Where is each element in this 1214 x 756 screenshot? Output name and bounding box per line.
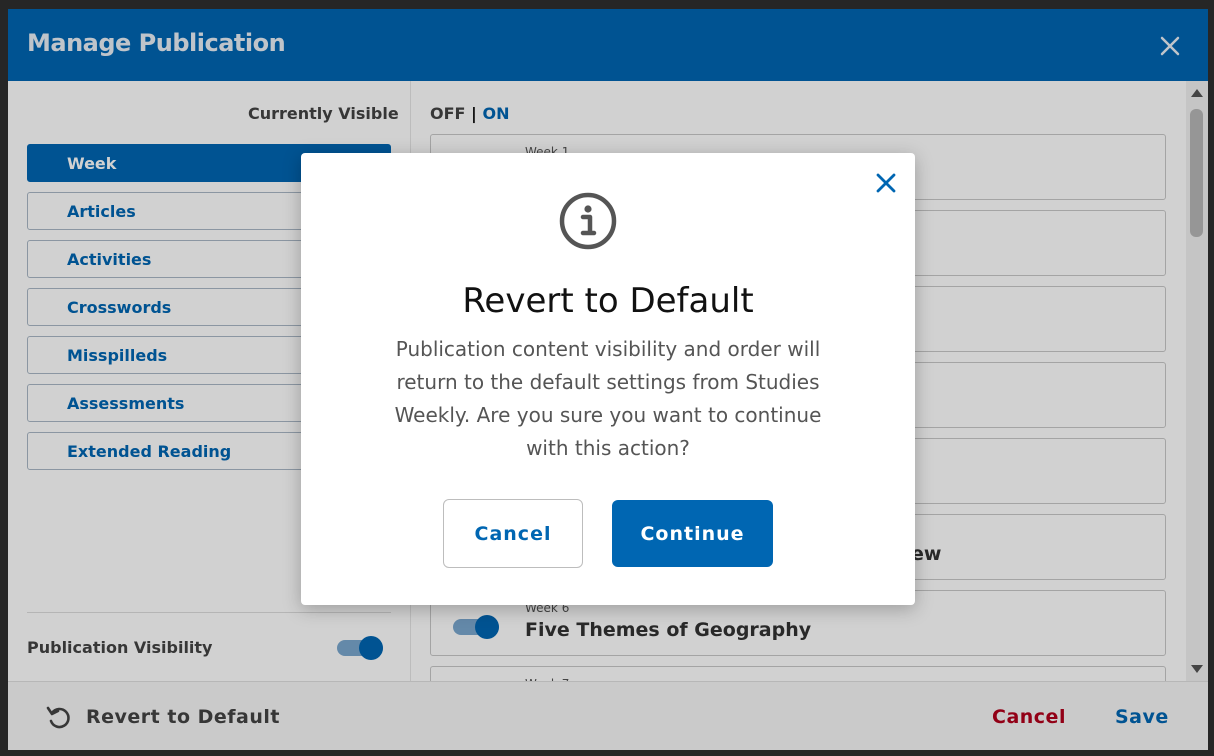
revert-confirm-dialog: Revert to Default Publication content vi… xyxy=(301,153,915,605)
dialog-cancel-button[interactable]: Cancel xyxy=(443,499,583,568)
dialog-title: Revert to Default xyxy=(462,281,754,321)
dialog-message: Publication content visibility and order… xyxy=(394,337,822,460)
dialog-continue-button[interactable]: Continue xyxy=(612,500,773,567)
info-circle-icon xyxy=(559,192,617,250)
close-icon[interactable] xyxy=(872,169,900,197)
